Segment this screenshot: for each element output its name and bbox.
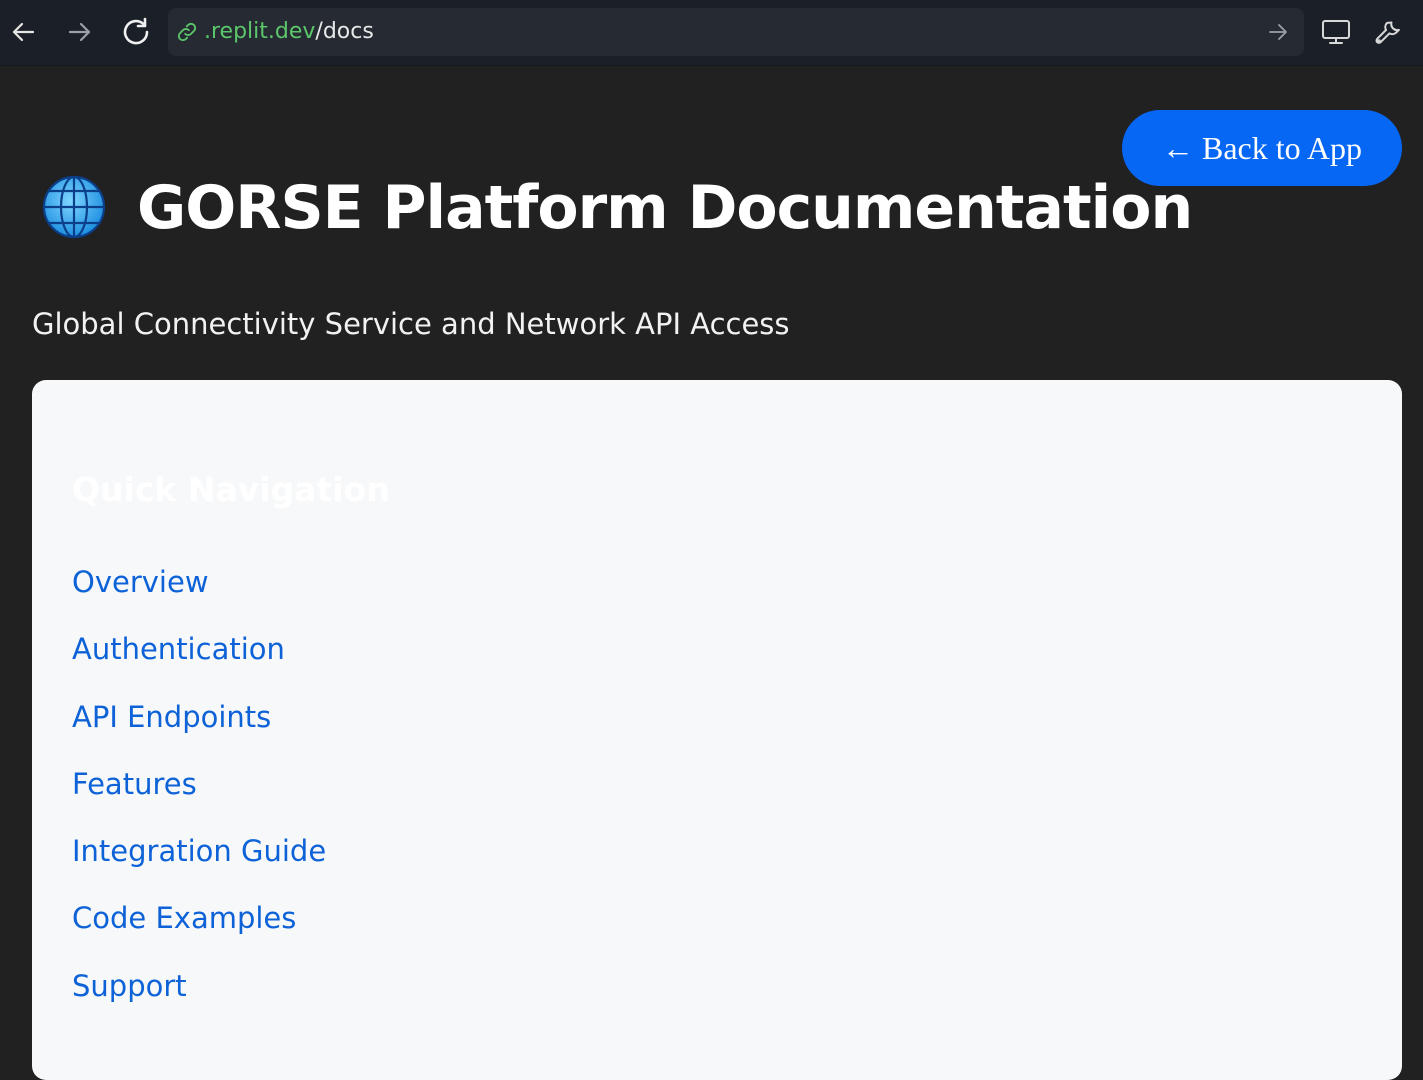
reload-icon[interactable] (118, 13, 154, 51)
url-path: /docs (315, 19, 374, 44)
go-arrow-icon[interactable] (1266, 20, 1290, 44)
wrench-icon[interactable] (1370, 13, 1406, 51)
nav-item-support: Support (72, 966, 326, 1033)
page-title: GORSE Platform Documentation (137, 173, 1193, 243)
nav-item-code-examples: Code Examples (72, 898, 326, 965)
nav-item-integration-guide: Integration Guide (72, 831, 326, 898)
url-domain: .replit.dev (204, 19, 316, 44)
quick-navigation-list: Overview Authentication API Endpoints Fe… (72, 562, 326, 1033)
quick-navigation-heading: Quick Navigation (72, 470, 390, 509)
nav-item-overview: Overview (72, 562, 326, 629)
docs-page: ← Back to App GORSE Platform Documentati… (0, 67, 1423, 1080)
nav-link-support[interactable]: Support (72, 969, 187, 1003)
nav-item-api-endpoints: API Endpoints (72, 697, 326, 764)
page-subtitle: Global Connectivity Service and Network … (32, 307, 790, 341)
globe-icon (42, 175, 106, 239)
nav-link-api-endpoints[interactable]: API Endpoints (72, 700, 271, 734)
address-bar[interactable]: .replit.dev/docs (168, 8, 1304, 56)
nav-link-authentication[interactable]: Authentication (72, 632, 285, 666)
forward-arrow-icon[interactable] (61, 13, 97, 51)
nav-link-features[interactable]: Features (72, 767, 197, 801)
quick-navigation-card: Quick Navigation Overview Authentication… (32, 380, 1402, 1080)
back-arrow-icon[interactable] (6, 13, 42, 51)
url-text[interactable]: .replit.dev/docs (204, 18, 374, 46)
browser-toolbar: .replit.dev/docs (0, 0, 1423, 66)
nav-link-overview[interactable]: Overview (72, 565, 209, 599)
nav-link-code-examples[interactable]: Code Examples (72, 901, 296, 935)
nav-link-integration-guide[interactable]: Integration Guide (72, 834, 326, 868)
nav-item-features: Features (72, 764, 326, 831)
monitor-icon[interactable] (1318, 13, 1354, 51)
nav-item-authentication: Authentication (72, 629, 326, 696)
link-icon (177, 22, 197, 42)
